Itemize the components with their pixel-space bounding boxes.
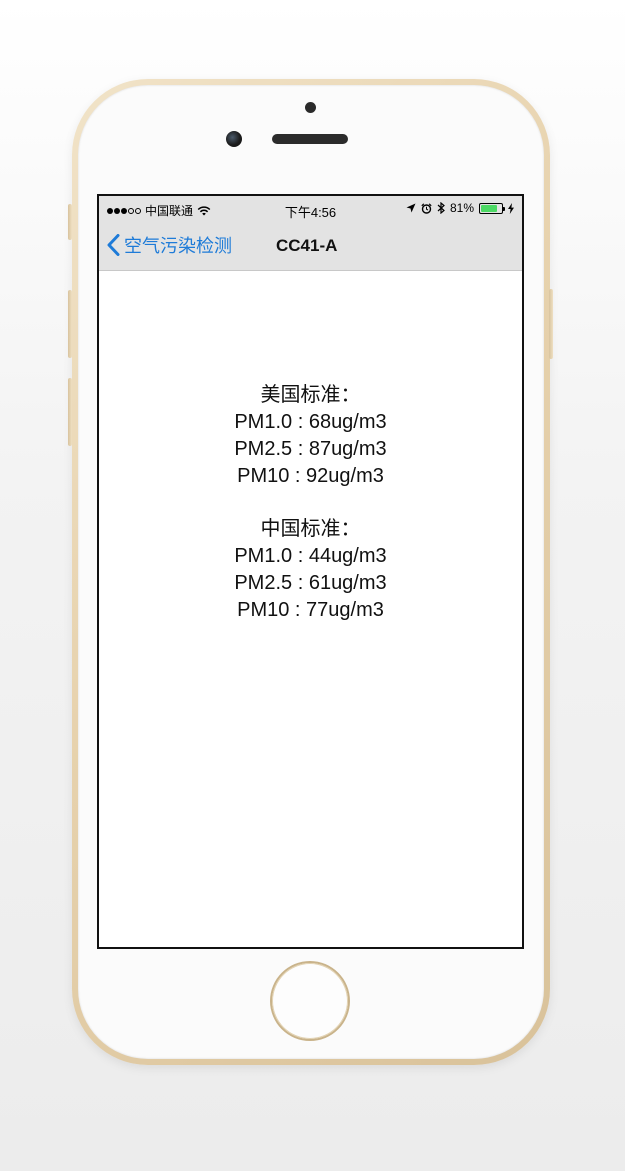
us-standard-heading: 美国标准： xyxy=(260,384,361,406)
charging-bolt-icon xyxy=(508,202,514,214)
home-button[interactable] xyxy=(272,963,348,1039)
battery-percent: 81% xyxy=(449,201,474,215)
volume-up-button xyxy=(68,290,72,358)
cn-standard-heading: 中国标准： xyxy=(260,518,361,540)
us-pm10-reading: PM10 : 92ug/m3 xyxy=(237,465,384,487)
proximity-sensor xyxy=(305,102,316,113)
status-bar: 中国联通 下午4:56 81% xyxy=(99,196,522,220)
readings-view: 美国标准： PM1.0 : 68ug/m3 PM2.5 : 87ug/m3 PM… xyxy=(99,270,522,947)
cn-pm10-reading: PM10 : 77ug/m3 xyxy=(237,599,384,621)
earpiece-speaker xyxy=(272,134,348,144)
cn-pm25-reading: PM2.5 : 61ug/m3 xyxy=(234,572,387,594)
volume-down-button xyxy=(68,378,72,446)
bluetooth-icon xyxy=(437,202,445,214)
chevron-left-icon xyxy=(107,234,120,256)
us-pm1-reading: PM1.0 : 68ug/m3 xyxy=(234,411,387,433)
navigation-bar: 空气污染检测 CC41-A xyxy=(99,222,522,268)
battery-level xyxy=(481,204,498,212)
location-arrow-icon xyxy=(406,203,416,213)
top-bar: 中国联通 下午4:56 81% 空气污染检测 CC41-A xyxy=(99,196,522,271)
status-right: 81% xyxy=(406,201,514,215)
page-title: CC41-A xyxy=(276,236,338,255)
back-button[interactable]: 空气污染检测 xyxy=(107,232,232,258)
us-standard-readings: 美国标准： PM1.0 : 68ug/m3 PM2.5 : 87ug/m3 PM… xyxy=(99,382,522,490)
phone-screen: 中国联通 下午4:56 81% 空气污染检测 CC41-A 美国标准： PM1.… xyxy=(97,194,524,949)
us-pm25-reading: PM2.5 : 87ug/m3 xyxy=(234,438,387,460)
alarm-icon xyxy=(421,202,432,214)
cn-standard-readings: 中国标准： PM1.0 : 44ug/m3 PM2.5 : 61ug/m3 PM… xyxy=(99,516,522,624)
mute-switch xyxy=(68,204,72,240)
front-camera xyxy=(226,131,242,147)
battery-icon xyxy=(479,202,505,214)
power-button xyxy=(549,289,553,359)
cn-pm1-reading: PM1.0 : 44ug/m3 xyxy=(234,545,387,567)
back-button-label: 空气污染检测 xyxy=(124,236,232,256)
app-screen: 中国联通 下午4:56 81% 空气污染检测 CC41-A 美国标准： PM1.… xyxy=(99,196,522,947)
